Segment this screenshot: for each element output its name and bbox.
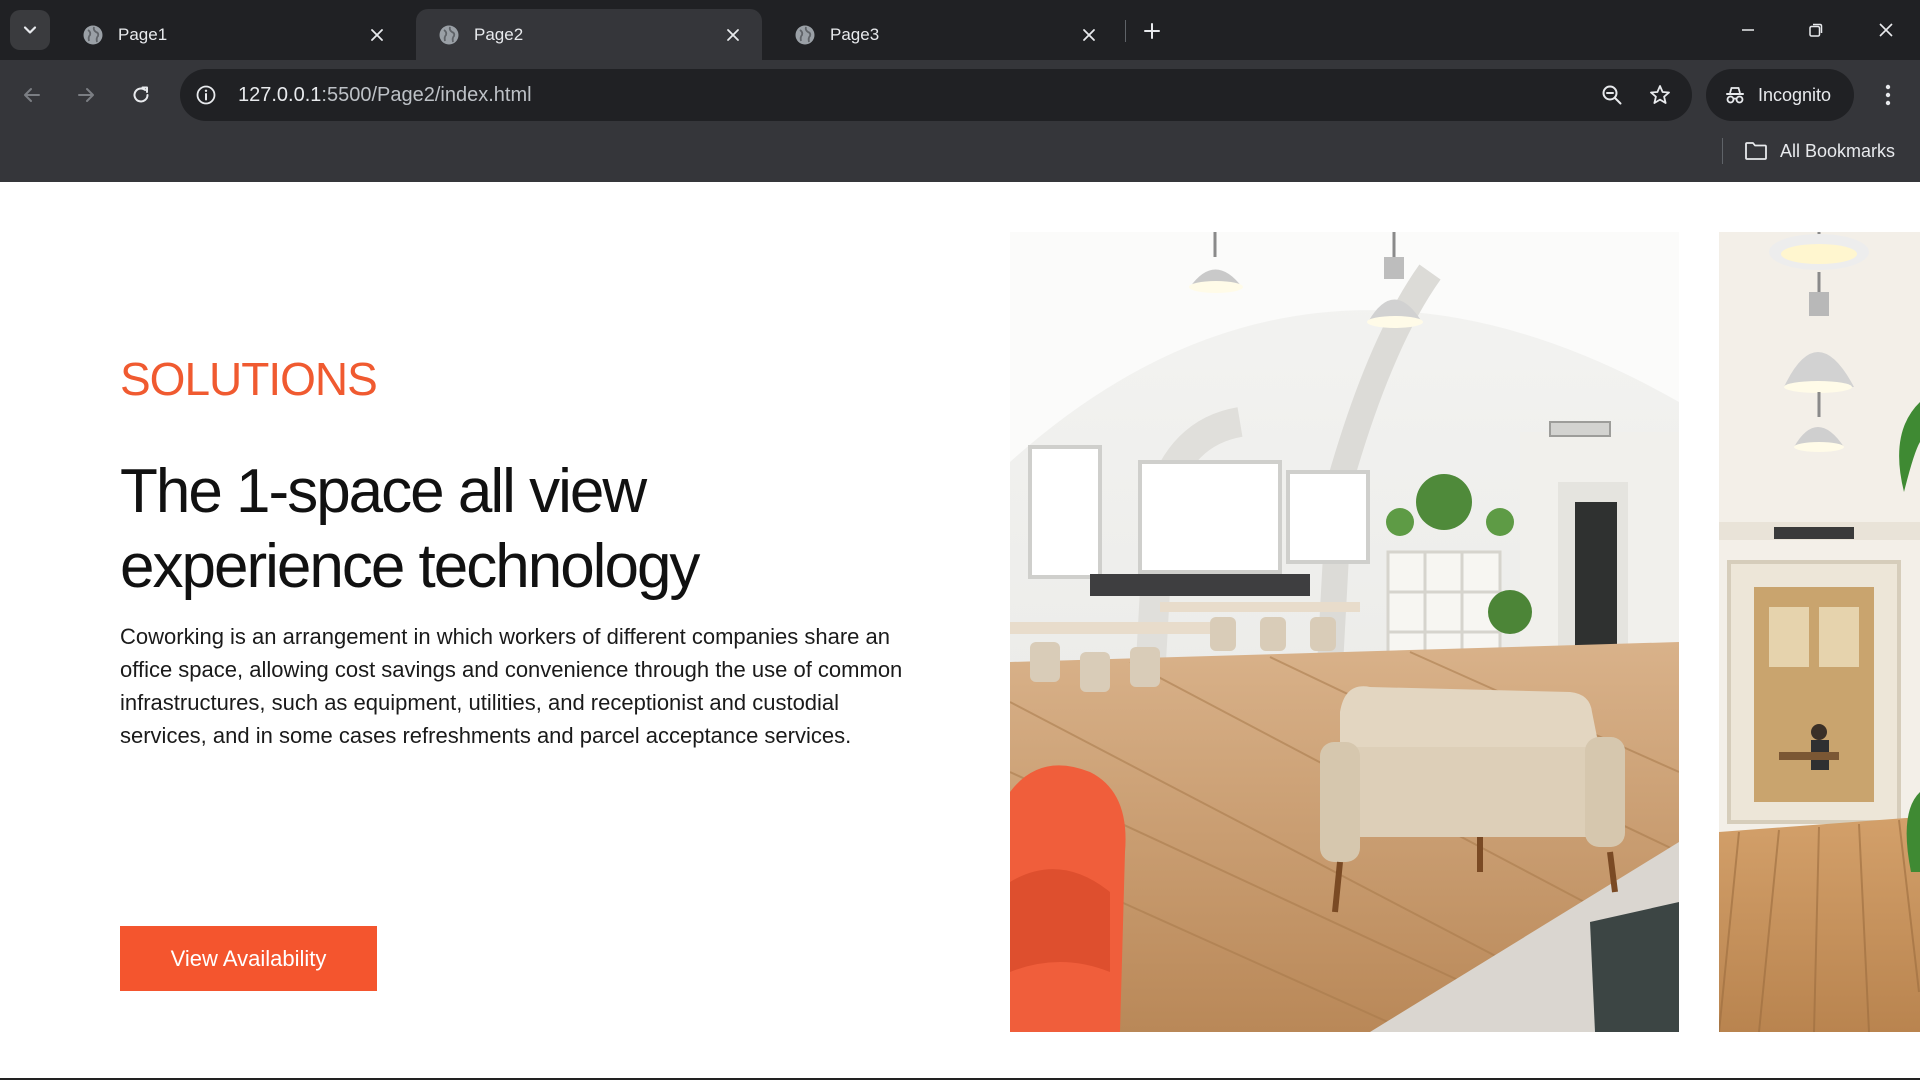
hero-description: Coworking is an arrangement in which wor…	[120, 624, 903, 748]
new-tab-button[interactable]	[1134, 13, 1170, 49]
close-icon	[1879, 23, 1893, 37]
coworking-lounge-photo	[1010, 232, 1679, 1032]
arrow-right-icon	[78, 88, 94, 102]
bookmarks-bar: All Bookmarks	[0, 130, 1920, 182]
bookmark-star-button[interactable]	[1640, 75, 1680, 115]
tab-page3[interactable]: Page3	[772, 9, 1118, 60]
globe-icon	[439, 25, 459, 44]
zoom-out-icon	[1602, 85, 1622, 105]
url-text[interactable]: 127.0.0.1:5500/Page2/index.html	[238, 84, 532, 107]
forward-button[interactable]	[66, 75, 106, 115]
close-tab-icon[interactable]	[364, 22, 390, 48]
url-host: 127.0.0.1	[238, 83, 322, 106]
globe-icon	[795, 25, 815, 44]
tab-divider	[1125, 20, 1126, 42]
all-bookmarks-button[interactable]: All Bookmarks	[1744, 133, 1895, 169]
back-button[interactable]	[12, 75, 52, 115]
more-vertical-icon	[1885, 84, 1891, 106]
folder-icon	[1745, 142, 1767, 160]
browser-toolbar: 127.0.0.1:5500/Page2/index.html Incognit…	[0, 60, 1920, 130]
plus-icon	[1144, 23, 1160, 39]
minimize-button[interactable]	[1714, 0, 1782, 60]
page-content: SOLUTIONS The 1-space all view experienc…	[0, 182, 1920, 1080]
tab-title: Page2	[474, 24, 524, 44]
tab-title: Page3	[830, 24, 880, 44]
address-bar[interactable]: 127.0.0.1:5500/Page2/index.html	[180, 69, 1692, 121]
close-tab-icon[interactable]	[1076, 22, 1102, 48]
tab-search-button[interactable]	[10, 10, 50, 50]
tab-title: Page1	[118, 24, 168, 44]
restore-icon	[1809, 23, 1823, 37]
star-icon	[1650, 85, 1670, 104]
bookmarks-divider	[1722, 138, 1723, 164]
arrow-left-icon	[24, 88, 40, 102]
tab-strip: Page1 Page2 Page3	[0, 0, 1920, 60]
coworking-hallway-photo	[1719, 232, 1920, 1032]
site-info-button[interactable]	[184, 73, 228, 117]
info-icon	[196, 85, 216, 105]
globe-icon	[83, 25, 103, 44]
incognito-icon	[1726, 87, 1744, 104]
tab-page2[interactable]: Page2	[416, 9, 762, 60]
incognito-profile-button[interactable]: Incognito	[1706, 69, 1854, 121]
incognito-label: Incognito	[1758, 84, 1832, 105]
reload-icon	[133, 86, 149, 103]
tab-page1[interactable]: Page1	[60, 9, 406, 60]
restore-button[interactable]	[1782, 0, 1850, 60]
all-bookmarks-label: All Bookmarks	[1780, 140, 1896, 161]
view-availability-button[interactable]: View Availability	[120, 926, 377, 991]
section-eyebrow: SOLUTIONS	[120, 353, 378, 405]
minimize-icon	[1742, 29, 1754, 31]
close-window-button[interactable]	[1852, 0, 1920, 60]
browser-menu-button[interactable]	[1868, 75, 1908, 115]
close-tab-icon[interactable]	[720, 22, 746, 48]
hero-headline: The 1-space all view experience technolo…	[120, 457, 700, 601]
zoom-button[interactable]	[1592, 75, 1632, 115]
reload-button[interactable]	[121, 75, 161, 115]
url-path: :5500/Page2/index.html	[321, 83, 532, 106]
chevron-down-icon	[23, 26, 37, 34]
